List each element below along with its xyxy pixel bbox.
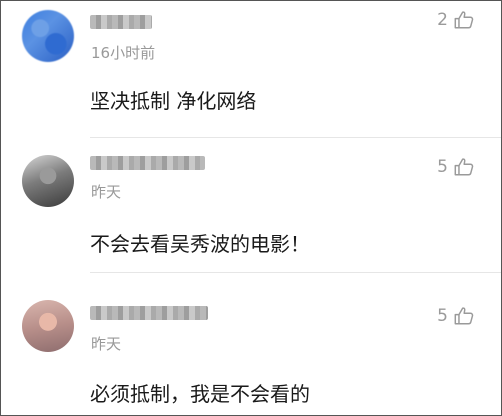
comment-item: 16小时前 坚决抵制 净化网络 2	[1, 1, 501, 138]
username-redacted[interactable]	[90, 156, 205, 170]
thumbs-up-icon	[454, 307, 474, 325]
comment-time: 16小时前	[91, 44, 156, 62]
like-button[interactable]: 5	[437, 305, 475, 327]
username-redacted[interactable]	[90, 306, 208, 320]
comment-list: 16小时前 坚决抵制 净化网络 2 昨天 不会去看吴秀波的电影！ 5 昨天 必须…	[0, 0, 502, 416]
avatar[interactable]	[22, 155, 74, 207]
like-button[interactable]: 5	[437, 156, 475, 178]
avatar[interactable]	[22, 10, 74, 62]
comment-item: 昨天 不会去看吴秀波的电影！ 5	[1, 138, 501, 273]
username-redacted[interactable]	[90, 15, 152, 29]
thumbs-up-icon	[454, 11, 474, 29]
comment-item: 昨天 必须抵制，我是不会看的 5	[1, 273, 501, 415]
comment-text: 坚决抵制 净化网络	[90, 89, 257, 113]
like-count: 2	[437, 10, 448, 30]
comment-time: 昨天	[91, 335, 122, 353]
avatar[interactable]	[22, 300, 74, 352]
comment-time: 昨天	[91, 183, 122, 201]
like-count: 5	[437, 306, 448, 326]
thumbs-up-icon	[454, 158, 474, 176]
like-count: 5	[437, 157, 448, 177]
comment-text: 不会去看吴秀波的电影！	[90, 232, 310, 256]
comment-text: 必须抵制，我是不会看的	[90, 382, 310, 406]
like-button[interactable]: 2	[437, 9, 475, 31]
